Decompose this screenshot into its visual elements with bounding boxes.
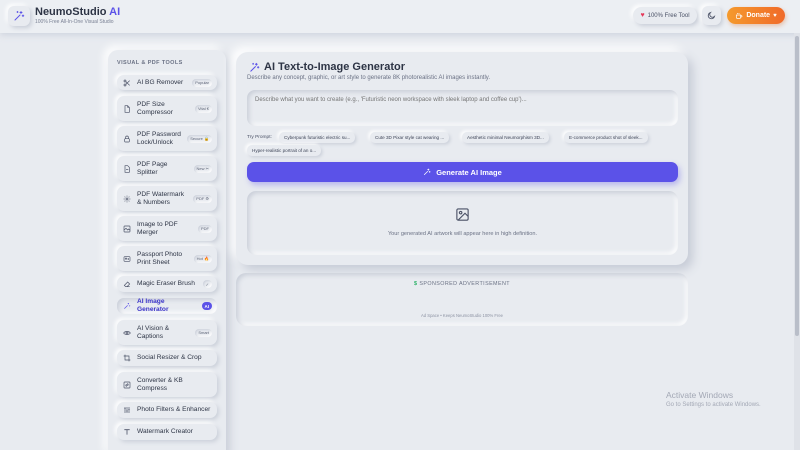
status-badge: Vital €: [194, 104, 212, 113]
gear-icon: [122, 195, 131, 203]
sidebar-item-social-resizer[interactable]: Social Resizer & Crop: [117, 350, 217, 366]
text-icon: [122, 428, 131, 436]
page-subtitle: Describe any concept, graphic, or art st…: [247, 75, 491, 81]
donate-label: Donate: [746, 12, 771, 19]
top-header: NeumoStudio AI 100% Free All-In-One Visu…: [0, 0, 800, 33]
donate-button[interactable]: Donate ♥: [727, 7, 785, 24]
sidebar-item-label: Magic Eraser Brush: [137, 280, 195, 288]
sidebar-item-magic-eraser[interactable]: Magic Eraser Brush ✓: [117, 276, 217, 292]
sidebar-item-passport-photo[interactable]: Passport Photo Print Sheet Hot 🔥: [117, 246, 217, 271]
generate-image-button[interactable]: Generate AI Image: [247, 162, 678, 182]
sidebar-item-label: Watermark Creator: [137, 428, 193, 436]
prompt-chip[interactable]: Cute 3D Pixar style cat wearing ...: [370, 132, 450, 143]
sidebar-item-label: AI BG Remover: [137, 78, 184, 86]
page-title-text: AI Text-to-Image Generator: [264, 61, 405, 73]
sidebar-heading: VISUAL & PDF TOOLS: [117, 60, 183, 66]
sidebar-item-label: PDF Watermark & Numbers: [137, 190, 185, 206]
status-badge: Hot 🔥: [193, 254, 212, 263]
magic-wand-icon: [249, 62, 260, 73]
sponsored-ad-box: $ SPONSORED ADVERTISEMENT Ad Space • Kee…: [236, 273, 688, 326]
image-icon: [455, 207, 470, 227]
sidebar-item-pdf-watermark[interactable]: PDF Watermark & Numbers PDF ⚙: [117, 186, 217, 211]
sparkles-icon[interactable]: [8, 6, 30, 26]
heart-badge-icon: ♥: [773, 12, 777, 19]
status-badge: Popular: [192, 78, 212, 87]
sidebar-item-label: PDF Password Lock/Unlock: [137, 130, 181, 146]
status-badge: PDF: [198, 224, 212, 233]
brand-name: NeumoStudio: [35, 6, 107, 18]
prompt-chip[interactable]: Aesthetic minimal Neumorphism 3D...: [462, 132, 549, 143]
magic-wand-icon: [122, 302, 131, 310]
prompt-chip[interactable]: E-commerce product shot of sleek...: [564, 132, 648, 143]
sidebar-item-label: Image to PDF Merger: [137, 220, 178, 236]
free-tool-badge: ♥ 100% Free Tool: [633, 7, 697, 24]
sliders-icon: [122, 406, 131, 414]
theme-toggle-button[interactable]: [702, 6, 721, 25]
activate-windows-title: Activate Windows: [666, 390, 734, 400]
sidebar-item-label: Passport Photo Print Sheet: [137, 250, 183, 266]
convert-icon: [122, 381, 131, 389]
sidebar-item-photo-filters[interactable]: Photo Filters & Enhancer: [117, 402, 217, 418]
ai-image-generator-panel: AI Text-to-Image Generator Describe any …: [236, 52, 688, 265]
sidebar-item-watermark-creator[interactable]: Watermark Creator: [117, 424, 217, 440]
sidebar-item-label: AI Image Generator: [137, 298, 169, 313]
lock-icon: [122, 135, 131, 143]
status-badge: PDF ⚙: [193, 194, 212, 203]
preview-placeholder-text: Your generated AI artwork will appear he…: [387, 231, 538, 237]
file-icon: [122, 104, 131, 113]
generate-label: Generate AI Image: [436, 167, 502, 177]
sidebar-item-label: Converter & KB Compress: [137, 376, 183, 392]
prompt-input[interactable]: [247, 90, 678, 126]
dollar-icon: $: [414, 281, 418, 287]
image-preview-area: Your generated AI artwork will appear he…: [247, 191, 678, 255]
free-tool-label: 100% Free Tool: [647, 12, 690, 19]
sidebar-item-label: AI Vision & Captions: [137, 324, 170, 340]
eraser-icon: [122, 280, 131, 288]
moon-icon: [707, 11, 716, 20]
sidebar-item-pdf-password[interactable]: PDF Password Lock/Unlock Secure 🔒: [117, 126, 217, 151]
eye-icon: [122, 329, 131, 337]
sidebar-item-pdf-size-compressor[interactable]: PDF Size Compressor Vital €: [117, 96, 217, 121]
brand-title[interactable]: NeumoStudio AI: [35, 6, 120, 18]
ad-title: $ SPONSORED ADVERTISEMENT: [236, 281, 688, 287]
scrollbar-thumb[interactable]: [795, 36, 799, 336]
page-title: AI Text-to-Image Generator: [249, 61, 405, 73]
sidebar-item-label: Photo Filters & Enhancer: [137, 406, 211, 414]
prompt-chip[interactable]: Hyper-realistic portrait of an o...: [247, 145, 322, 156]
status-badge: AI: [201, 302, 212, 310]
scissors-icon: [122, 79, 131, 87]
sidebar-item-ai-vision[interactable]: AI Vision & Captions Smart: [117, 320, 217, 345]
brand-accent: AI: [109, 6, 121, 18]
sidebar-item-converter[interactable]: Converter & KB Compress: [117, 372, 217, 397]
activate-windows-subtitle: Go to Settings to activate Windows.: [666, 402, 761, 408]
brand-tagline: 100% Free All-In-One Visual Studio: [35, 19, 114, 25]
file-split-icon: [122, 164, 131, 173]
sidebar-item-label: PDF Page Splitter: [137, 160, 168, 176]
sidebar-item-label: Social Resizer & Crop: [137, 354, 202, 362]
sidebar-item-pdf-page-splitter[interactable]: PDF Page Splitter New ✂: [117, 156, 217, 181]
sidebar-item-ai-bg-remover[interactable]: AI BG Remover Popular: [117, 75, 217, 90]
ad-title-text: SPONSORED ADVERTISEMENT: [419, 281, 510, 287]
id-card-icon: [122, 255, 131, 263]
sidebar-item-label: PDF Size Compressor: [137, 100, 173, 116]
sidebar-item-ai-image-generator[interactable]: AI Image Generator AI: [117, 298, 217, 314]
ad-note: Ad Space • Keeps NeumoStudio 100% Free: [420, 313, 503, 318]
status-badge: Secure 🔒: [187, 134, 212, 143]
sidebar: VISUAL & PDF TOOLS AI BG Remover Popular…: [108, 50, 226, 450]
merge-icon: [122, 225, 131, 233]
status-badge: Smart: [195, 328, 212, 337]
status-badge: ✓: [202, 280, 212, 288]
status-badge: New ✂: [193, 164, 212, 173]
heart-icon: ♥: [640, 12, 645, 19]
crop-icon: [122, 354, 131, 362]
coffee-icon: [736, 12, 743, 19]
try-prompt-label: Try Prompt:: [247, 135, 272, 140]
magic-wand-icon: [424, 168, 431, 176]
sidebar-item-image-to-pdf[interactable]: Image to PDF Merger PDF: [117, 216, 217, 241]
prompt-chip[interactable]: Cyberpunk futuristic electric su...: [279, 132, 356, 143]
